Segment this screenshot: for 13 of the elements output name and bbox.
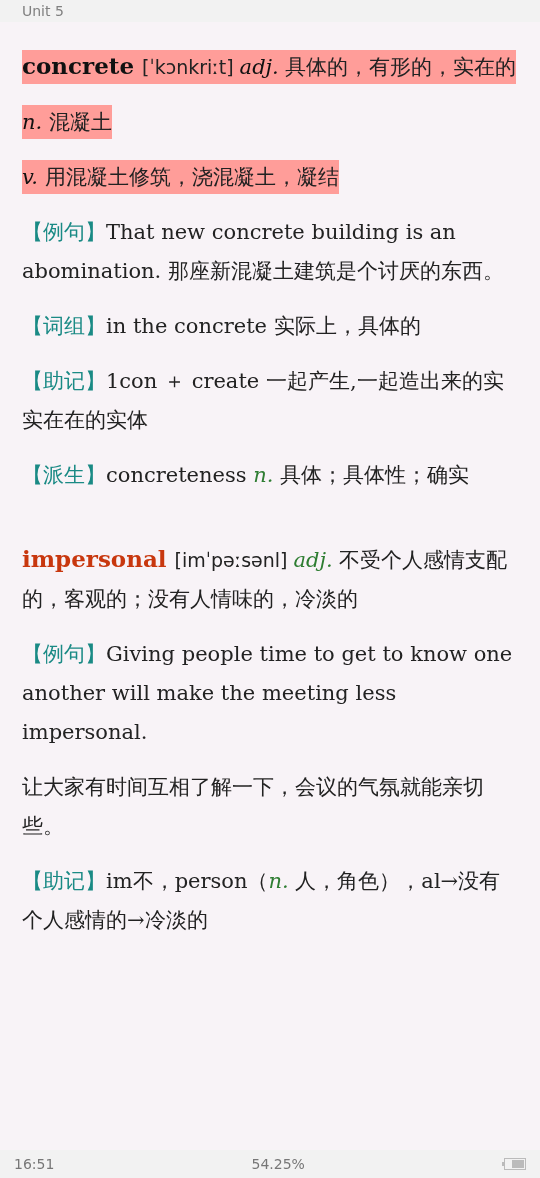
- definition-paragraph: 【例句】That new concrete building is an abomination. 那座新混凝土建筑是个讨厌的东西。: [22, 219, 505, 285]
- definition-paragraph: 【助记】im不，person（n. 人，角色），al→没有个人感情的→冷淡的: [22, 868, 502, 934]
- definition-paragraph: 【派生】concreteness n. 具体；具体性；确实: [22, 462, 471, 489]
- dictionary-entry-heading: impersonal [imˈpəːsənl] adj. 不受个人感情支配的，客观的；没有人情味的，冷淡的: [22, 544, 509, 613]
- clock-text: 16:51: [14, 1156, 55, 1172]
- battery-icon: [502, 1158, 526, 1170]
- definition-paragraph: n. 混凝土: [22, 103, 518, 142]
- definition-paragraph: 让大家有时间互相了解一下，会议的气氛就能亲切些。: [22, 774, 485, 840]
- chapter-title: Unit 5: [22, 3, 64, 19]
- definition-paragraph: 【词组】in the concrete 实际上，具体的: [22, 313, 422, 340]
- definition-paragraph: 【例句】Giving people time to get to know one another will make the meeting less impersonal.: [22, 641, 514, 746]
- progress-text: 54.25%: [251, 1156, 305, 1172]
- definition-paragraph: 【助记】1con ＋ create 一起产生,一起造出来的实实在在的实体: [22, 368, 505, 434]
